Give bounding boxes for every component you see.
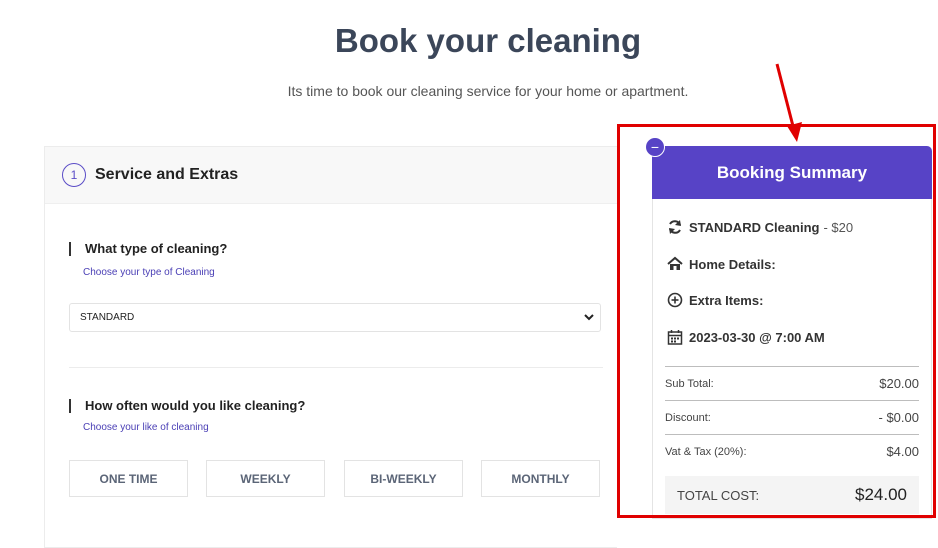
card-header: 1 Service and Extras	[45, 147, 617, 204]
frequency-label: How often would you like cleaning?	[69, 399, 305, 413]
cleaning-type-label: What type of cleaning?	[69, 242, 227, 256]
frequency-option-bi-weekly[interactable]: BI-WEEKLY	[344, 460, 463, 497]
annotation-highlight-box	[617, 124, 936, 518]
frequency-option-one-time[interactable]: ONE TIME	[69, 460, 188, 497]
step-title: Service and Extras	[95, 166, 239, 183]
service-card: 1 Service and Extras What type of cleani…	[44, 146, 617, 548]
cleaning-type-hint: Choose your type of Cleaning	[83, 267, 215, 278]
frequency-option-monthly[interactable]: MONTHLY	[481, 460, 600, 497]
cleaning-type-select[interactable]: STANDARD	[69, 303, 601, 332]
frequency-option-weekly[interactable]: WEEKLY	[206, 460, 325, 497]
divider	[69, 367, 603, 368]
chevron-down-icon	[584, 314, 594, 321]
step-number: 1	[62, 163, 86, 187]
page-title: Book your cleaning	[334, 22, 642, 59]
frequency-hint: Choose your like of cleaning	[83, 422, 209, 433]
cleaning-type-value: STANDARD	[80, 312, 135, 323]
